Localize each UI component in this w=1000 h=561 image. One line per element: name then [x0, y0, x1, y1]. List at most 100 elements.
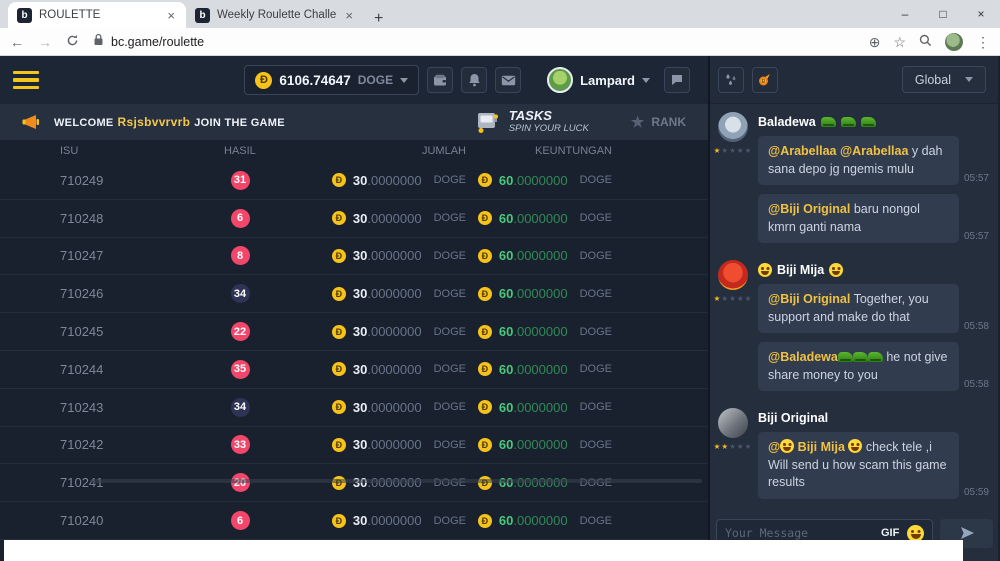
- new-tab-button[interactable]: +: [374, 10, 383, 28]
- doge-coin-icon: [478, 438, 492, 452]
- close-window-button[interactable]: ×: [962, 7, 1000, 21]
- mention[interactable]: @Biji Original: [768, 292, 850, 306]
- tab-close-icon[interactable]: ×: [343, 8, 355, 23]
- chat-avatar[interactable]: [718, 408, 748, 438]
- laugh-emoji: [758, 263, 772, 277]
- message-time: 05:57: [964, 173, 989, 185]
- table-row[interactable]: 710249 31 30.0000000 DOGE 60.0000000 DOG…: [0, 162, 708, 200]
- rating-star-icon: ★: [721, 147, 728, 155]
- rain-button[interactable]: [718, 67, 744, 93]
- notifications-button[interactable]: [461, 67, 487, 93]
- table-row[interactable]: 710243 34 30.0000000 DOGE 60.0000000 DOG…: [0, 389, 708, 427]
- rating-star-icon: ★: [729, 443, 736, 451]
- minimize-button[interactable]: –: [886, 7, 924, 21]
- chat-message-row: @Biji Original baru nongol kmrn ganti na…: [758, 194, 989, 243]
- chat-toggle-icon: [670, 73, 684, 87]
- emoji-picker-icon[interactable]: [907, 525, 924, 542]
- balance-selector[interactable]: 6106.74647 DOGE: [244, 65, 419, 95]
- table-row[interactable]: 710248 6 30.0000000 DOGE 60.0000000 DOGE: [0, 200, 708, 238]
- chat-toggle-button[interactable]: [664, 67, 690, 93]
- chat-message-list: ★★★★★ Baladewa @Arabellaa @Arabellaa y d…: [710, 104, 998, 515]
- mention[interactable]: Biji Mija: [794, 440, 848, 454]
- tab-close-icon[interactable]: ×: [165, 8, 177, 23]
- announcement-banner: WELCOMERsjsbvvrvrbJOIN THE GAME TASKS SP…: [0, 104, 708, 140]
- username-text: Baladewa: [758, 115, 816, 129]
- currency-label: DOGE: [434, 326, 466, 338]
- doge-coin-icon: [478, 325, 492, 339]
- menu-icon[interactable]: [13, 71, 39, 90]
- mention[interactable]: @: [768, 440, 780, 454]
- green-car-emoji: [868, 352, 883, 362]
- send-icon: [959, 526, 975, 540]
- chat-username[interactable]: Baladewa: [758, 115, 989, 129]
- rank-label: RANK: [651, 115, 686, 129]
- user-menu[interactable]: Lampard: [547, 67, 650, 93]
- currency-label: DOGE: [434, 288, 466, 300]
- tab-weekly-challenge[interactable]: b Weekly Roulette Challenge - Wi ×: [186, 2, 364, 28]
- chat-username[interactable]: Biji Original: [758, 411, 989, 425]
- welcome-message: WELCOMERsjsbvvrvrbJOIN THE GAME: [54, 115, 285, 129]
- chat-message-row: @Arabellaa @Arabellaa y dah sana depo jg…: [758, 136, 989, 185]
- chat-header: Ð Global: [710, 56, 998, 104]
- table-row[interactable]: 710245 22 30.0000000 DOGE 60.0000000 DOG…: [0, 313, 708, 351]
- chat-room-select[interactable]: Global: [902, 66, 986, 93]
- doge-coin-icon: [255, 72, 272, 89]
- wallet-button[interactable]: [427, 67, 453, 93]
- table-row[interactable]: 710247 8 30.0000000 DOGE 60.0000000 DOGE: [0, 238, 708, 276]
- user-rating: ★★★★★: [714, 295, 752, 303]
- doge-coin-icon: [332, 249, 346, 263]
- laugh-emoji: [829, 263, 843, 277]
- tasks-link[interactable]: TASKS SPIN YOUR LUCK: [474, 109, 589, 135]
- browser-menu-icon[interactable]: ⋮: [976, 35, 990, 49]
- bookmark-icon[interactable]: ☆: [893, 35, 906, 49]
- maximize-button[interactable]: □: [924, 7, 962, 21]
- table-row[interactable]: 710244 35 30.0000000 DOGE 60.0000000 DOG…: [0, 351, 708, 389]
- chat-avatar[interactable]: [718, 112, 748, 142]
- inbox-button[interactable]: [495, 67, 521, 93]
- green-car-emoji: [841, 117, 856, 127]
- bet-issue: 710247: [60, 248, 200, 263]
- currency-label: DOGE: [434, 363, 466, 375]
- tasks-subtitle: SPIN YOUR LUCK: [509, 124, 589, 135]
- rating-star-icon: ★: [721, 443, 728, 451]
- mention[interactable]: @Arabellaa: [840, 144, 908, 158]
- username-text: Biji Mija: [777, 263, 824, 277]
- coin-drop-button[interactable]: Ð: [752, 67, 778, 93]
- url-text[interactable]: bc.game/roulette: [111, 35, 204, 49]
- green-car-emoji: [821, 117, 836, 127]
- table-row[interactable]: 710246 34 30.0000000 DOGE 60.0000000 DOG…: [0, 275, 708, 313]
- mention[interactable]: @Biji Original: [768, 202, 850, 216]
- address-bar[interactable]: bc.game/roulette: [93, 33, 855, 51]
- table-row[interactable]: 710242 33 30.0000000 DOGE 60.0000000 DOG…: [0, 427, 708, 465]
- bet-issue: 710246: [60, 286, 200, 301]
- chat-bubble: @Biji Original baru nongol kmrn ganti na…: [758, 194, 959, 243]
- result-badge: 8: [231, 246, 250, 265]
- search-icon[interactable]: [919, 34, 932, 49]
- chat-username[interactable]: Biji Mija: [758, 263, 989, 277]
- forward-icon[interactable]: →: [38, 35, 52, 49]
- message-input[interactable]: [725, 526, 873, 540]
- balance-amount: 6106.74647: [279, 73, 350, 88]
- message-time: 05:58: [964, 321, 989, 333]
- reload-icon[interactable]: [66, 34, 79, 49]
- zoom-icon[interactable]: ⊕: [869, 35, 881, 49]
- user-avatar[interactable]: [547, 67, 573, 93]
- gif-button[interactable]: GIF: [881, 527, 899, 539]
- chat-sidebar: Ð Global ★★★★★ Baladewa @Arabellaa @Arab…: [710, 56, 998, 561]
- browser-profile-avatar[interactable]: [945, 33, 963, 51]
- table-row[interactable]: 710241 20 30.0000000 DOGE 60.0000000 DOG…: [0, 464, 708, 502]
- browser-toolbar: ← → bc.game/roulette ⊕ ☆ ⋮: [0, 28, 1000, 56]
- result-badge: 22: [231, 322, 250, 341]
- rating-star-icon: ★: [729, 295, 736, 303]
- mention[interactable]: @Arabellaa: [768, 144, 836, 158]
- back-icon[interactable]: ←: [10, 35, 24, 49]
- mention[interactable]: @Baladewa: [768, 350, 838, 364]
- column-hasil: HASIL: [200, 145, 280, 157]
- currency-label: DOGE: [580, 401, 612, 413]
- tab-roulette[interactable]: b ROULETTE ×: [8, 2, 186, 28]
- chat-avatar[interactable]: [718, 260, 748, 290]
- rank-link[interactable]: ★ RANK: [631, 113, 686, 131]
- chat-message-row: @Biji Original Together, you support and…: [758, 284, 989, 333]
- table-row[interactable]: 710240 6 30.0000000 DOGE 60.0000000 DOGE: [0, 502, 708, 540]
- horizontal-scrollbar[interactable]: [90, 479, 702, 483]
